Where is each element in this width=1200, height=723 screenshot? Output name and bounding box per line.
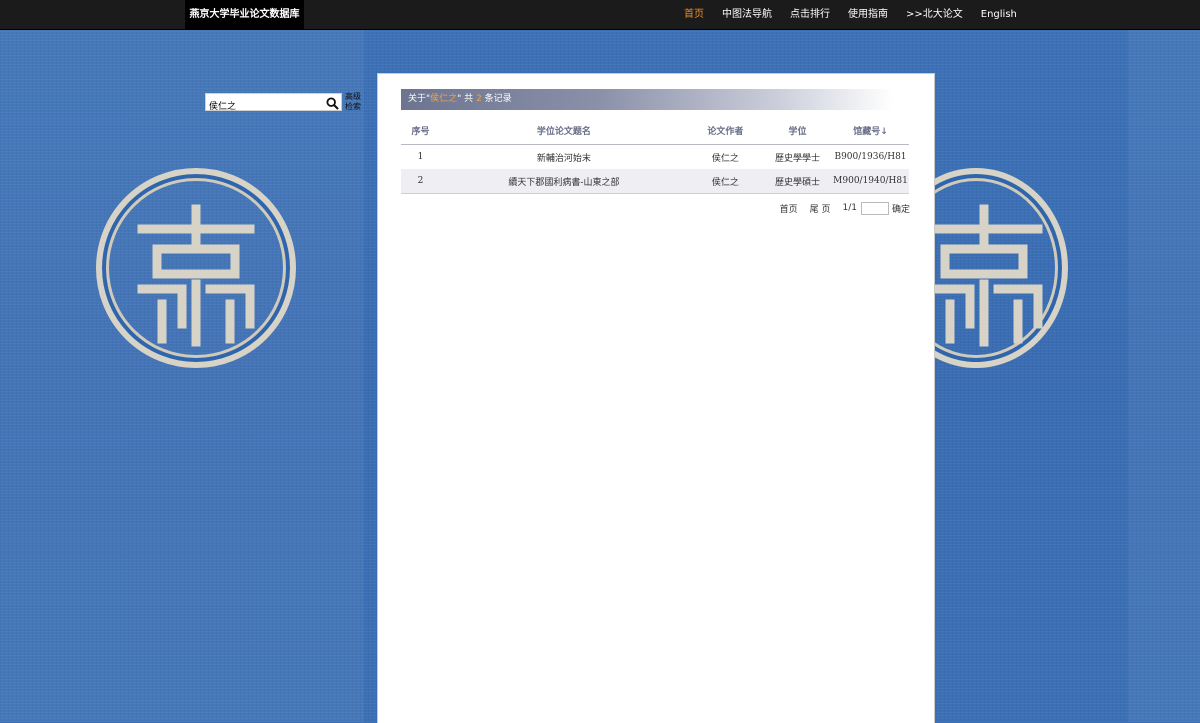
site-title[interactable]: 燕京大学毕业论文数据库: [185, 0, 304, 29]
main-nav: 首页 中图法导航 点击排行 使用指南 >>北大论文 English: [684, 0, 1035, 29]
page-jump-input[interactable]: [860, 201, 889, 215]
results-table: 序号 学位论文题名 论文作者 学位 馆藏号↓ 1 新輔治河始末 侯仁之 歷史學學…: [401, 117, 909, 194]
col-header-call-number[interactable]: 馆藏号↓: [831, 117, 909, 145]
last-page-link[interactable]: 尾 页: [810, 202, 831, 215]
nav-pku-theses[interactable]: >>北大论文: [906, 0, 963, 29]
result-keyword: 侯仁之: [430, 94, 458, 104]
nav-clc-navigation[interactable]: 中图法导航: [722, 0, 772, 29]
result-summary-suffix: 条记录: [481, 94, 512, 104]
search-box: [205, 93, 342, 114]
advanced-search-label-2: 检索: [345, 102, 361, 111]
background-band-left: [0, 30, 364, 722]
col-header-degree: 学位: [763, 117, 832, 145]
row-index: 1: [417, 152, 424, 162]
results-panel: 关于"侯仁之" 共 2 条记录 序号 学位论文题名 论文作者 学位 馆藏号↓ 1…: [377, 73, 935, 723]
advanced-search-label-1: 高级: [345, 92, 361, 101]
pagination: 首页 尾 页 1/1 确定: [780, 201, 910, 215]
page-jump-confirm-button[interactable]: 确定: [892, 202, 910, 215]
search-input[interactable]: [206, 97, 321, 114]
col-header-index: 序号: [401, 117, 441, 145]
table-row: 1 新輔治河始末 侯仁之 歷史學學士 B900/1936/H81: [401, 145, 909, 170]
col-header-author: 论文作者: [687, 117, 764, 145]
row-degree: 歷史學學士: [774, 153, 820, 164]
row-title[interactable]: 續天下郡國利病書-山東之部: [440, 169, 688, 194]
top-navigation-bar: 燕京大学毕业论文数据库 首页 中图法导航 点击排行 使用指南 >>北大论文 En…: [0, 0, 1200, 30]
background-band-right: [1128, 30, 1200, 722]
nav-home[interactable]: 首页: [684, 0, 704, 29]
table-header-row: 序号 学位论文题名 论文作者 学位 馆藏号↓: [401, 117, 909, 145]
result-summary-middle: " 共: [457, 94, 477, 104]
nav-user-guide[interactable]: 使用指南: [848, 0, 888, 29]
search-icon[interactable]: [326, 95, 339, 114]
row-call-number: M900/1940/H81: [831, 169, 909, 194]
result-summary-prefix: 关于": [408, 94, 431, 104]
yenching-seal-left-icon: [96, 168, 296, 368]
nav-click-ranking[interactable]: 点击排行: [790, 0, 830, 29]
row-call-number: B900/1936/H81: [834, 152, 907, 162]
first-page-link[interactable]: 首页: [780, 202, 798, 215]
row-degree: 歷史學碩士: [763, 169, 832, 194]
result-summary: 关于"侯仁之" 共 2 条记录: [401, 89, 893, 110]
row-title[interactable]: 新輔治河始末: [440, 145, 688, 170]
nav-english[interactable]: English: [981, 0, 1017, 29]
page-indicator: 1/1: [842, 203, 857, 213]
row-author: 侯仁之: [687, 169, 764, 194]
row-author: 侯仁之: [711, 153, 739, 164]
advanced-search-link[interactable]: 高级 检索: [343, 92, 363, 112]
col-header-title: 学位论文题名: [440, 117, 688, 145]
table-row: 2 續天下郡國利病書-山東之部 侯仁之 歷史學碩士 M900/1940/H81: [401, 169, 909, 194]
row-index: 2: [401, 169, 441, 194]
